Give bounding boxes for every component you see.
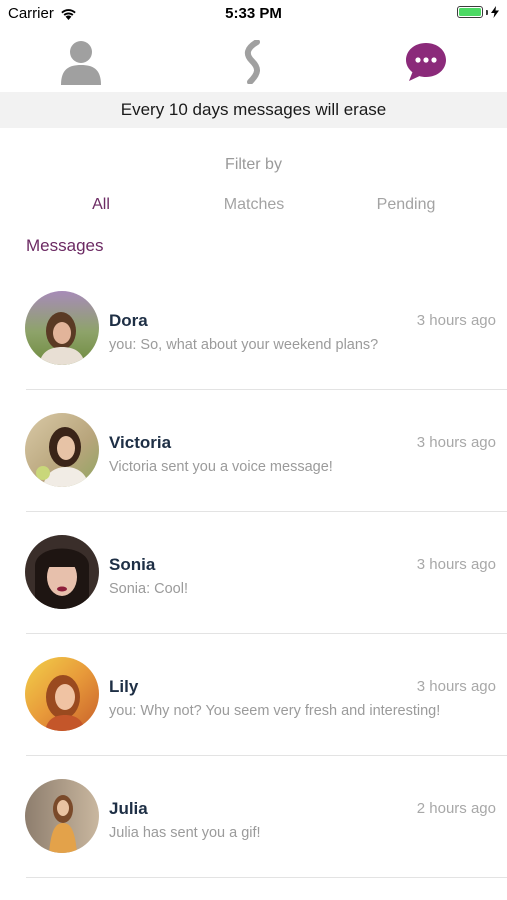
message-list: Dora 3 hours ago you: So, what about you… xyxy=(0,268,507,878)
status-bar: Carrier 5:33 PM xyxy=(0,0,507,28)
message-time: 2 hours ago xyxy=(416,800,496,817)
message-row-julia[interactable]: Julia 2 hours ago Julia has sent you a g… xyxy=(0,756,507,878)
status-time: 5:33 PM xyxy=(225,5,282,22)
logo-s-icon xyxy=(244,40,260,84)
avatar xyxy=(25,291,99,365)
erase-notice-banner: Every 10 days messages will erase xyxy=(0,92,507,128)
message-preview: you: So, what about your weekend plans? xyxy=(109,337,379,353)
message-time: 3 hours ago xyxy=(416,434,496,451)
filter-tab-all[interactable]: All xyxy=(92,196,110,214)
avatar xyxy=(25,779,99,853)
discover-nav-button[interactable] xyxy=(224,32,284,92)
message-row-dora[interactable]: Dora 3 hours ago you: So, what about you… xyxy=(0,268,507,390)
message-time: 3 hours ago xyxy=(416,312,496,329)
battery-icon xyxy=(457,6,483,18)
filter-title: Filter by xyxy=(225,156,282,173)
charging-bolt-icon xyxy=(491,6,499,18)
profile-nav-button[interactable] xyxy=(51,32,111,92)
chat-bubble-icon xyxy=(406,43,446,81)
contact-name: Victoria xyxy=(109,433,172,452)
erase-notice-text: Every 10 days messages will erase xyxy=(120,100,387,119)
top-nav xyxy=(0,32,507,92)
profile-icon xyxy=(61,41,101,85)
message-row-lily[interactable]: Lily 3 hours ago you: Why not? You seem … xyxy=(0,634,507,756)
messages-nav-button[interactable] xyxy=(396,32,456,92)
message-row-sonia[interactable]: Sonia 3 hours ago Sonia: Cool! xyxy=(0,512,507,634)
contact-name: Julia xyxy=(109,799,148,818)
message-time: 3 hours ago xyxy=(416,556,496,573)
filter-tab-matches[interactable]: Matches xyxy=(224,196,284,214)
message-time: 3 hours ago xyxy=(416,678,496,695)
contact-name: Sonia xyxy=(109,555,156,574)
message-preview: Sonia: Cool! xyxy=(109,581,188,597)
contact-name: Dora xyxy=(109,311,148,330)
filter-tab-pending[interactable]: Pending xyxy=(377,196,436,214)
avatar xyxy=(25,535,99,609)
message-preview: Julia has sent you a gif! xyxy=(109,825,261,841)
message-row-victoria[interactable]: Victoria 3 hours ago Victoria sent you a… xyxy=(0,390,507,512)
filter-tabs: All Matches Pending xyxy=(0,196,507,218)
avatar xyxy=(25,657,99,731)
message-preview: you: Why not? You seem very fresh and in… xyxy=(109,703,441,719)
message-preview: Victoria sent you a voice message! xyxy=(109,459,333,475)
contact-name: Lily xyxy=(109,677,139,696)
messages-section-title: Messages xyxy=(26,236,104,255)
avatar xyxy=(25,413,99,487)
